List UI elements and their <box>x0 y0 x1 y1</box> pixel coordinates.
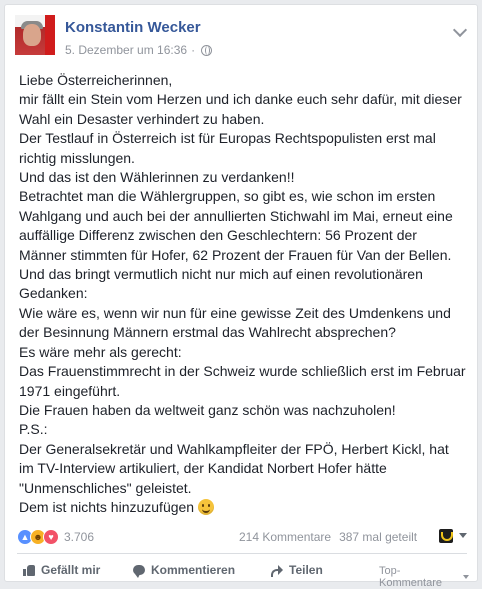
comment-button[interactable]: Kommentieren <box>133 563 236 578</box>
engagement-counts: 214 Kommentare 387 mal geteilt <box>239 530 417 544</box>
comment-icon <box>133 565 145 578</box>
action-bar: Gefällt mir Kommentieren Teilen Top-Komm… <box>17 557 469 589</box>
post-paragraph: Der Generalsekretär und Wahlkampfleiter … <box>19 440 453 496</box>
share-label: Teilen <box>289 563 323 577</box>
thumbs-up-icon <box>23 564 35 576</box>
share-button[interactable]: Teilen <box>271 563 323 577</box>
post-body: Liebe Österreicherinnen, mir fällt ein S… <box>19 71 467 517</box>
chevron-down-icon[interactable] <box>452 22 468 38</box>
post-paragraph: Liebe Österreicherinnen, <box>19 72 173 88</box>
avatar-strip <box>45 15 55 55</box>
like-label: Gefällt mir <box>41 563 101 577</box>
caret-down-icon[interactable] <box>459 533 467 538</box>
post-stats: ▲ ☻ ♥ 3.706 214 Kommentare 387 mal getei… <box>17 529 469 551</box>
share-icon <box>271 564 283 577</box>
author-name[interactable]: Konstantin Wecker <box>65 19 201 36</box>
comment-sort-dropdown[interactable]: Top-Kommentare <box>379 565 469 589</box>
smiley-emoji-icon <box>198 498 215 515</box>
divider <box>17 553 467 554</box>
like-button[interactable]: Gefällt mir <box>23 563 100 577</box>
post-paragraph: Und das ist den Wählerinnen zu verdanken… <box>19 169 295 186</box>
post-last-line: Dem ist nichts hinzuzufügen <box>19 498 467 517</box>
post-paragraph: Betrachtet man die Wählergruppen, so gib… <box>19 188 457 263</box>
sort-caret-icon <box>463 575 469 579</box>
post-timestamp[interactable]: 5. Dezember um 16:36 <box>65 43 187 57</box>
post-paragraph: P.S.: <box>19 421 48 438</box>
shares-count[interactable]: 387 mal geteilt <box>339 530 417 544</box>
comment-label: Kommentieren <box>151 563 236 577</box>
post-meta: 5. Dezember um 16:36 · <box>65 43 213 57</box>
post-paragraph: Und das bringt vermutlich nicht nur mich… <box>19 266 427 302</box>
avatar-face <box>23 24 41 46</box>
post-header: Konstantin Wecker 5. Dezember um 16:36 · <box>15 15 469 59</box>
post-paragraph: Der Testlauf in Österreich ist für Europ… <box>19 130 440 166</box>
reactions-summary[interactable]: ▲ ☻ ♥ 3.706 <box>17 529 94 545</box>
reaction-count[interactable]: 3.706 <box>64 530 94 544</box>
globe-icon <box>201 44 213 56</box>
post-paragraph: Es wäre mehr als gerecht: <box>19 343 182 360</box>
last-line-text: Dem ist nichts hinzuzufügen <box>19 498 195 515</box>
comments-count[interactable]: 214 Kommentare <box>239 530 331 544</box>
post-card: Konstantin Wecker 5. Dezember um 16:36 ·… <box>4 4 478 589</box>
post-paragraph: Wie wäre es, wenn wir nun für eine gewis… <box>19 304 455 341</box>
love-reaction-icon: ♥ <box>43 529 59 545</box>
sort-label: Top-Kommentare <box>379 565 442 589</box>
post-paragraph: mir fällt ein Stein vom Herzen und ich d… <box>19 91 466 127</box>
post-paragraph: Die Frauen haben da weltweit ganz schön … <box>19 401 396 418</box>
page-avatar-icon[interactable] <box>439 529 453 543</box>
meta-separator: · <box>191 43 196 57</box>
post-paragraph: Das Frauenstimmrecht in der Schweiz wurd… <box>19 363 470 399</box>
author-avatar[interactable] <box>15 15 55 55</box>
